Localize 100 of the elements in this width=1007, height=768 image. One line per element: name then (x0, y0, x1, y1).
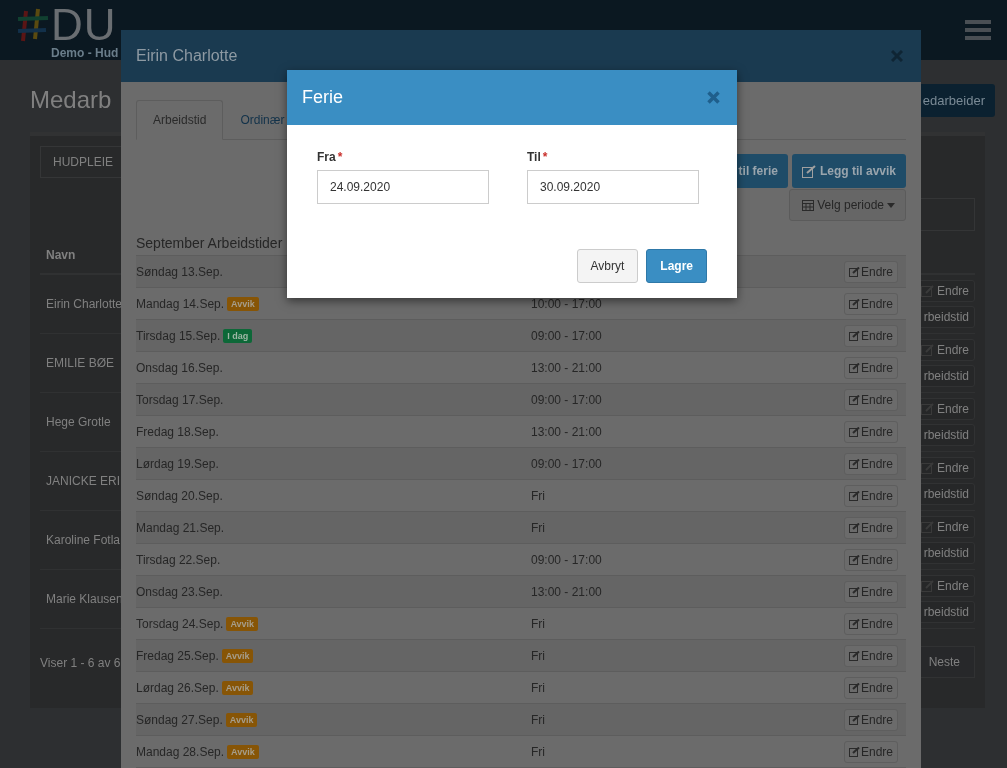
day-label: Tirsdag 22.Sep. (136, 552, 221, 567)
edit-button[interactable]: Endre (843, 292, 898, 315)
edit-icon (848, 682, 860, 693)
edit-button[interactable]: Endre (843, 452, 898, 475)
edit-button[interactable]: Endre (843, 548, 898, 571)
employee-name: Hege Grotle (46, 415, 111, 429)
edit-icon (848, 330, 860, 341)
day-label: Torsdag 24.Sep. (136, 616, 224, 631)
status-badge: Avvik (227, 744, 259, 759)
edit-icon (920, 344, 934, 356)
edit-icon (920, 462, 934, 474)
edit-icon (920, 403, 934, 415)
edit-icon (848, 714, 860, 725)
edit-icon (848, 394, 860, 405)
shift-time: Fri (531, 520, 546, 535)
employee-name: JANICKE ERI (46, 474, 120, 488)
tab[interactable]: Arbeidstid (136, 100, 224, 140)
shift-time: 09:00 - 17:00 (531, 392, 603, 407)
day-label: Fredag 18.Sep. (136, 424, 219, 439)
edit-icon (848, 618, 860, 629)
edit-icon (848, 362, 860, 373)
edit-icon (848, 298, 860, 309)
shift-time: 13:00 - 21:00 (531, 360, 603, 375)
field-label: Fra (317, 150, 336, 164)
edit-button[interactable]: Endre (843, 644, 898, 667)
subtitle: Demo - Hud (51, 46, 119, 60)
shift-time: Fri (531, 712, 546, 727)
edit-icon (920, 285, 934, 297)
employee-name: Eirin Charlotte (46, 297, 123, 311)
day-label: Onsdag 16.Sep. (136, 360, 223, 375)
column-header: Navn (46, 248, 76, 262)
close-icon[interactable] (707, 91, 720, 104)
shift-time: 10:00 - 17:00 (531, 296, 603, 311)
edit-icon (920, 521, 934, 533)
edit-button[interactable]: Endre (843, 260, 898, 283)
employee-name: Karoline Fotla (46, 533, 121, 547)
shift-time: 13:00 - 21:00 (531, 584, 603, 599)
edit-icon (848, 458, 860, 469)
status-badge: Avvik (226, 616, 259, 631)
day-label: Tirsdag 15.Sep. (136, 328, 221, 343)
page-title: Medarb (30, 86, 112, 114)
edit-button[interactable]: Endre (843, 708, 898, 731)
shift-time: Fri (531, 488, 546, 503)
edit-button[interactable]: Endre (843, 388, 898, 411)
day-label: Søndag 27.Sep. (136, 712, 223, 727)
shift-time: 09:00 - 17:00 (531, 552, 603, 567)
shift-time: 09:00 - 17:00 (531, 328, 603, 343)
day-label: Fredag 25.Sep. (136, 648, 219, 663)
edit-icon (848, 746, 860, 757)
shift-time: Fri (531, 616, 546, 631)
shift-time: Fri (531, 648, 546, 663)
date-field[interactable]: 24.09.2020 (317, 170, 489, 204)
day-label: Søndag 20.Sep. (136, 488, 223, 503)
shift-time: 13:00 - 21:00 (531, 424, 603, 439)
day-label: Mandag 14.Sep. (136, 296, 225, 311)
period-dropdown[interactable]: Velg periode (789, 189, 906, 221)
edit-icon (848, 426, 860, 437)
cancel-button[interactable]: Avbryt (576, 249, 639, 283)
date-field[interactable]: 30.09.2020 (527, 170, 699, 204)
logo-text: DU (51, 5, 117, 45)
calendar-icon (802, 199, 815, 211)
day-label: Mandag 21.Sep. (136, 520, 225, 535)
status-badge: Avvik (221, 648, 254, 663)
day-label: Lørdag 19.Sep. (136, 456, 219, 471)
edit-icon (848, 522, 860, 533)
day-label: Søndag 13.Sep. (136, 264, 223, 279)
status-badge: Avvik (227, 296, 259, 311)
edit-button[interactable]: Endre (843, 356, 898, 379)
status-badge: I dag (223, 328, 253, 343)
schedule-title: September Arbeidstider (136, 235, 284, 253)
employee-name: EMILIE BØE (46, 356, 115, 370)
day-label: Onsdag 23.Sep. (136, 584, 223, 599)
menu-icon[interactable] (965, 20, 991, 40)
edit-button[interactable]: Endre (843, 580, 898, 603)
employee-name: Marie Klausen (46, 592, 123, 606)
edit-icon (848, 266, 860, 277)
day-label: Lørdag 26.Sep. (136, 680, 219, 695)
shift-time: Fri (531, 680, 546, 695)
close-icon[interactable] (891, 50, 903, 62)
day-label: Mandag 28.Sep. (136, 744, 225, 759)
edit-icon (801, 164, 816, 178)
edit-button[interactable]: Endre (843, 612, 898, 635)
edit-icon (848, 490, 860, 501)
add-deviation-button[interactable]: Legg til avvik (791, 154, 906, 188)
save-button[interactable]: Lagre (646, 249, 707, 283)
edit-button[interactable]: Endre (843, 740, 898, 763)
edit-button[interactable]: Endre (843, 516, 898, 539)
pagination-info: Viser 1 - 6 av 6 (40, 655, 121, 670)
edit-button[interactable]: Endre (843, 324, 898, 347)
logo-icon (18, 7, 48, 43)
edit-button[interactable]: Endre (843, 676, 898, 699)
edit-button[interactable]: Endre (843, 484, 898, 507)
caret-icon (887, 202, 895, 208)
dialog-title: Ferie (302, 87, 343, 108)
status-badge: Avvik (225, 712, 258, 727)
edit-button[interactable]: Endre (843, 420, 898, 443)
edit-icon (848, 554, 860, 565)
edit-icon (848, 650, 860, 661)
edit-icon (848, 586, 860, 597)
field-label: Til (527, 150, 541, 164)
